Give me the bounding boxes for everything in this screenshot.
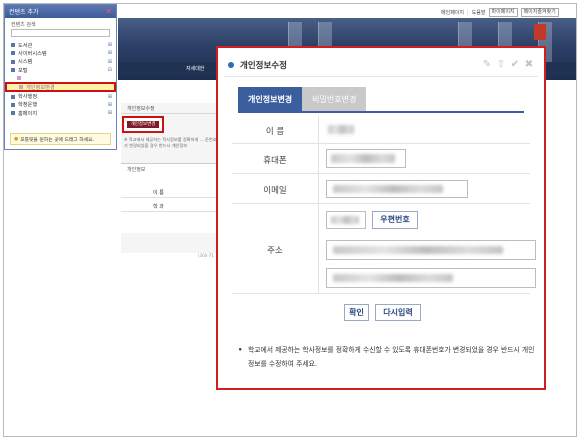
nav-text[interactable]: 자세대한 bbox=[186, 65, 204, 72]
collapse-icon[interactable]: ⊟ bbox=[108, 67, 112, 73]
email-field[interactable] bbox=[326, 180, 468, 198]
tab-bar: 개인정보변경 비밀번호변경 bbox=[238, 87, 367, 111]
expand-icon[interactable]: ⊞ bbox=[108, 110, 112, 116]
content-add-panel: 컨텐츠 추가 ✕ 컨텐츠 검색 도서관 ⊞ 사이버시스템 ⊞ 시스템 ⊞ 포털 ⊟ 개인… bbox=[4, 4, 117, 150]
name-value bbox=[328, 125, 354, 134]
help-link[interactable]: 도움말 bbox=[472, 9, 486, 16]
tab-password[interactable]: 비밀번호변경 bbox=[302, 87, 367, 111]
bullet-icon bbox=[228, 62, 234, 68]
list-item[interactable]: 학정운행 ⊞ bbox=[5, 101, 116, 109]
expand-icon[interactable]: ⊞ bbox=[108, 94, 112, 100]
folder-icon bbox=[11, 43, 15, 48]
edit-icon[interactable]: ✎ bbox=[482, 60, 492, 70]
dialog-header: 개인정보수정 ✎ ⇧ ✔ ✖ bbox=[224, 54, 538, 76]
lightbulb-icon: ● bbox=[14, 136, 19, 142]
search-label: 컨텐츠 검색 bbox=[11, 22, 36, 28]
portlet-icon bbox=[17, 76, 21, 81]
mobile-field[interactable] bbox=[326, 149, 406, 168]
expand-icon[interactable]: ⊞ bbox=[108, 59, 112, 65]
name-row: 이 름 bbox=[232, 116, 530, 144]
row-label: 학 과 bbox=[153, 204, 164, 210]
divider: | bbox=[467, 9, 469, 16]
edit-personal-info-dialog: 개인정보수정 ✎ ⇧ ✔ ✖ 개인정보변경 비밀번호변경 이 름 휴대폰 이메일 bbox=[216, 46, 546, 390]
zipcode-button[interactable]: 우편번호 bbox=[372, 211, 418, 229]
expand-icon[interactable]: ⊞ bbox=[108, 50, 112, 56]
list-item[interactable] bbox=[5, 74, 116, 82]
folder-icon bbox=[11, 111, 15, 116]
list-item[interactable]: 사이버시스템 ⊞ bbox=[5, 49, 116, 57]
confirm-button[interactable]: 확인 bbox=[344, 304, 369, 321]
email-label: 이메일 bbox=[263, 186, 287, 196]
folder-icon bbox=[11, 59, 15, 64]
list-item[interactable]: 도서관 ⊞ bbox=[5, 41, 116, 49]
folder-icon bbox=[11, 102, 15, 107]
personal-info-change-button[interactable]: 개인정보변경 bbox=[127, 121, 159, 128]
note-text: 학교에서 제공하는 학사정보를 정확하게 수신할 수 있도록 휴대폰번호가 변경… bbox=[248, 346, 535, 368]
folder-icon bbox=[11, 51, 15, 56]
zipcode-field[interactable] bbox=[326, 211, 366, 229]
divider bbox=[224, 76, 538, 77]
reset-button[interactable]: 다시입력 bbox=[375, 304, 421, 321]
address-row: 주소 우편번호 bbox=[232, 204, 536, 294]
tab-underline bbox=[238, 111, 524, 113]
expand-icon[interactable]: ⊞ bbox=[108, 102, 112, 108]
email-row: 이메일 bbox=[232, 174, 530, 204]
address-line2-field[interactable] bbox=[326, 268, 536, 288]
mobile-row: 휴대폰 bbox=[232, 144, 530, 174]
row-label: 이 름 bbox=[153, 190, 164, 196]
panel-title: 컨텐츠 추가 bbox=[9, 9, 39, 16]
footer-text: (300-71 bbox=[198, 253, 214, 258]
folder-icon bbox=[11, 68, 15, 73]
section-title: 개인정보수정 bbox=[127, 106, 155, 112]
dialog-toolbar: ✎ ⇧ ✔ ✖ bbox=[482, 60, 534, 70]
flag-image bbox=[534, 24, 546, 40]
content-search-input[interactable] bbox=[11, 29, 110, 37]
mobile-label: 휴대폰 bbox=[263, 156, 287, 166]
middle-note: ※ 학교에서 제공하는 학사정보를 정확하게 ... 준번호가 변경되었을 경우… bbox=[124, 137, 217, 148]
check-icon[interactable]: ✔ bbox=[510, 60, 520, 70]
folder-icon bbox=[11, 94, 15, 99]
note-bullet: • bbox=[238, 346, 243, 354]
list-item[interactable]: 시스템 ⊞ bbox=[5, 58, 116, 66]
close-icon[interactable]: ✖ bbox=[524, 60, 534, 70]
list-item[interactable]: 학사행정 ⊞ bbox=[5, 92, 116, 100]
dialog-title: 개인정보수정 bbox=[240, 61, 287, 71]
home-link[interactable]: 메인페이지 bbox=[441, 9, 464, 16]
info-title: 개인정보 bbox=[127, 167, 146, 173]
content-list: 도서관 ⊞ 사이버시스템 ⊞ 시스템 ⊞ 포털 ⊟ 개인정보변경 학사행정 ⊞ 학정운행 ⊞… bbox=[5, 41, 116, 117]
top-links: 메인페이지 | 도움말 마이페이지 페이지즐겨찾기 bbox=[441, 8, 559, 17]
portlet-icon bbox=[19, 85, 23, 90]
dialog-note: • 학교에서 제공하는 학사정보를 정확하게 수신할 수 있도록 휴대폰번호가 … bbox=[238, 343, 538, 371]
tab-personal-info[interactable]: 개인정보변경 bbox=[238, 87, 303, 111]
personal-info-table: 개인정보 이 름 학 과 bbox=[121, 163, 221, 233]
name-label: 이 름 bbox=[265, 127, 285, 137]
list-item-personal-info[interactable]: 개인정보변경 bbox=[5, 82, 116, 93]
address-label: 주소 bbox=[267, 246, 283, 256]
panel-header: 컨텐츠 추가 ✕ bbox=[5, 5, 116, 18]
favorites-select[interactable]: 페이지즐겨찾기 bbox=[520, 8, 559, 17]
close-icon[interactable]: ✕ bbox=[105, 7, 112, 16]
mypage-select[interactable]: 마이페이지 bbox=[488, 8, 518, 17]
arrow-up-icon[interactable]: ⇧ bbox=[496, 60, 506, 70]
list-item[interactable]: 포털 ⊟ bbox=[5, 66, 116, 74]
list-item[interactable]: 홈페이지 ⊞ bbox=[5, 109, 116, 117]
personal-info-change-highlight: 개인정보변경 bbox=[122, 116, 164, 133]
expand-icon[interactable]: ⊞ bbox=[108, 42, 112, 48]
drag-hint: ● 포틀릿을 원하는 곳에 드래그 하세요. bbox=[10, 133, 111, 145]
address-line1-field[interactable] bbox=[326, 240, 536, 260]
